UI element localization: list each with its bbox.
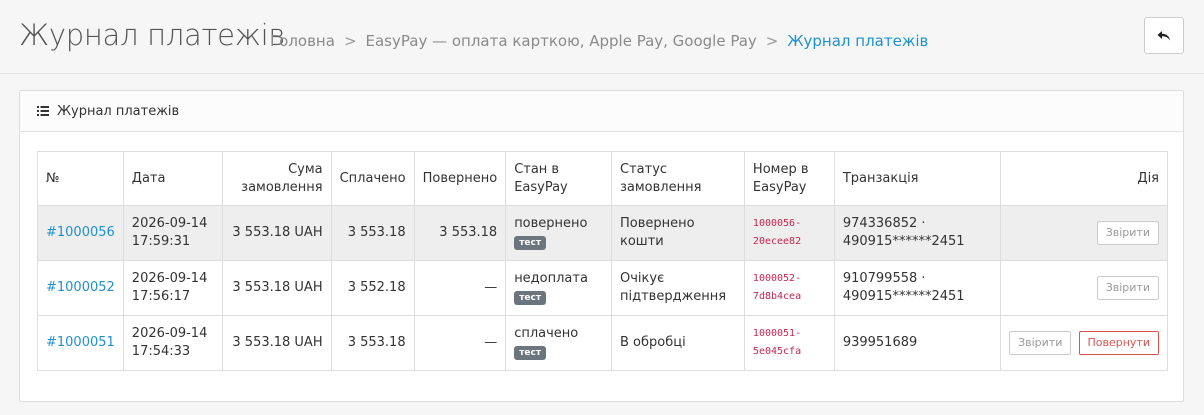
breadcrumb-home[interactable]: Головна — [270, 32, 335, 50]
table-row: #1000051 2026-09-14 17:54:33 3 553.18 UA… — [37, 315, 1168, 371]
state-text: недоплата — [514, 271, 588, 286]
sum-cell: 3 553.18 UAH — [221, 260, 332, 316]
ep-number-cell: 1000056- 20ecee82 — [743, 205, 835, 261]
transaction-cell: 910799558 · 490915******2451 — [833, 260, 1002, 316]
col-transaction: Транзакція — [833, 151, 1002, 206]
col-paid: Сплачено — [330, 151, 415, 206]
paid-cell: 3 552.18 — [330, 260, 415, 316]
check-button[interactable]: Звірити — [1096, 276, 1159, 300]
status-cell: Повернено кошти — [611, 205, 745, 261]
col-date: Дата — [122, 151, 223, 206]
payments-table: № Дата Сума замовлення Сплачено Повернен… — [37, 151, 1168, 371]
back-button[interactable] — [1144, 17, 1184, 54]
date-cell: 2026-09-14 17:56:17 — [122, 260, 223, 316]
col-order-status: Статус замовлення — [611, 151, 745, 206]
ep-number-part: 20ecee82 — [752, 236, 802, 247]
state-text: повернено — [514, 216, 588, 231]
panel-title: Журнал платежів — [57, 103, 180, 119]
status-cell: Очікує підтвердження — [611, 260, 745, 316]
transaction-cell: 974336852 · 490915******2451 — [833, 205, 1002, 261]
ep-number-part: 1000052- — [752, 273, 802, 284]
col-num: № — [37, 151, 124, 206]
table-row: #1000052 2026-09-14 17:56:17 3 553.18 UA… — [37, 260, 1168, 316]
transaction-id: 974336852 · — [842, 216, 926, 231]
ep-number-part: 7d8b4cea — [752, 291, 802, 302]
state-cell: сплачено тест — [505, 315, 612, 371]
transaction-cell: 939951689 — [833, 315, 1002, 371]
refund-button[interactable]: Повернути — [1078, 331, 1159, 355]
paid-cell: 3 553.18 — [330, 205, 415, 261]
col-state: Стан в EasyPay — [505, 151, 612, 206]
breadcrumb-current[interactable]: Журнал платежів — [787, 32, 928, 50]
table-row: #1000056 2026-09-14 17:59:31 3 553.18 UA… — [37, 205, 1168, 261]
refunded-cell: 3 553.18 — [413, 205, 507, 261]
state-text: сплачено — [514, 326, 579, 341]
order-link[interactable]: #1000052 — [46, 280, 115, 295]
col-action: Дія — [1000, 151, 1168, 206]
page-title: Журнал платежів — [19, 18, 286, 52]
page-header: Журнал платежів Головна > EasyPay — опла… — [0, 0, 1204, 74]
test-badge: тест — [514, 346, 547, 360]
date-cell: 2026-09-14 17:59:31 — [122, 205, 223, 261]
list-icon — [37, 106, 49, 116]
date-cell: 2026-09-14 17:54:33 — [122, 315, 223, 371]
sum-cell: 3 553.18 UAH — [221, 205, 332, 261]
check-button[interactable]: Звірити — [1096, 221, 1159, 245]
breadcrumb-separator: > — [343, 32, 357, 50]
reply-icon — [1157, 30, 1170, 40]
ep-number-part: 5e045cfa — [752, 346, 802, 357]
status-cell: В обробці — [611, 315, 745, 371]
action-cell: Звірити Повернути — [1000, 315, 1168, 371]
panel-heading: Журнал платежів — [20, 91, 1183, 132]
action-cell: Звірити — [1000, 260, 1168, 316]
refunded-cell: — — [413, 260, 507, 316]
paid-cell: 3 553.18 — [330, 315, 415, 371]
payments-panel: Журнал платежів № Дата Сума замовлення С… — [19, 90, 1184, 402]
sum-cell: 3 553.18 UAH — [221, 315, 332, 371]
check-button[interactable]: Звірити — [1009, 331, 1072, 355]
refunded-cell: — — [413, 315, 507, 371]
col-refunded: Повернено — [413, 151, 507, 206]
ep-number-part: 1000056- — [752, 218, 802, 229]
table-header-row: № Дата Сума замовлення Сплачено Повернен… — [37, 151, 1168, 206]
transaction-id: 939951689 — [842, 335, 918, 350]
col-order-sum: Сума замовлення — [221, 151, 332, 206]
order-link[interactable]: #1000056 — [46, 225, 115, 240]
state-cell: недоплата тест — [505, 260, 612, 316]
transaction-card: 490915******2451 — [842, 289, 965, 304]
order-link[interactable]: #1000051 — [46, 335, 115, 350]
col-ep-number: Номер в EasyPay — [743, 151, 835, 206]
test-badge: тест — [514, 291, 547, 305]
breadcrumb-module[interactable]: EasyPay — оплата карткою, Apple Pay, Goo… — [366, 32, 757, 50]
breadcrumb: Головна > EasyPay — оплата карткою, Appl… — [270, 32, 928, 50]
transaction-id: 910799558 · — [842, 271, 926, 286]
breadcrumb-separator: > — [765, 32, 779, 50]
transaction-card: 490915******2451 — [842, 234, 965, 249]
action-cell: Звірити — [1000, 205, 1168, 261]
ep-number-cell: 1000052- 7d8b4cea — [743, 260, 835, 316]
ep-number-part: 1000051- — [752, 328, 802, 339]
test-badge: тест — [514, 236, 547, 250]
state-cell: повернено тест — [505, 205, 612, 261]
ep-number-cell: 1000051- 5e045cfa — [743, 315, 835, 371]
